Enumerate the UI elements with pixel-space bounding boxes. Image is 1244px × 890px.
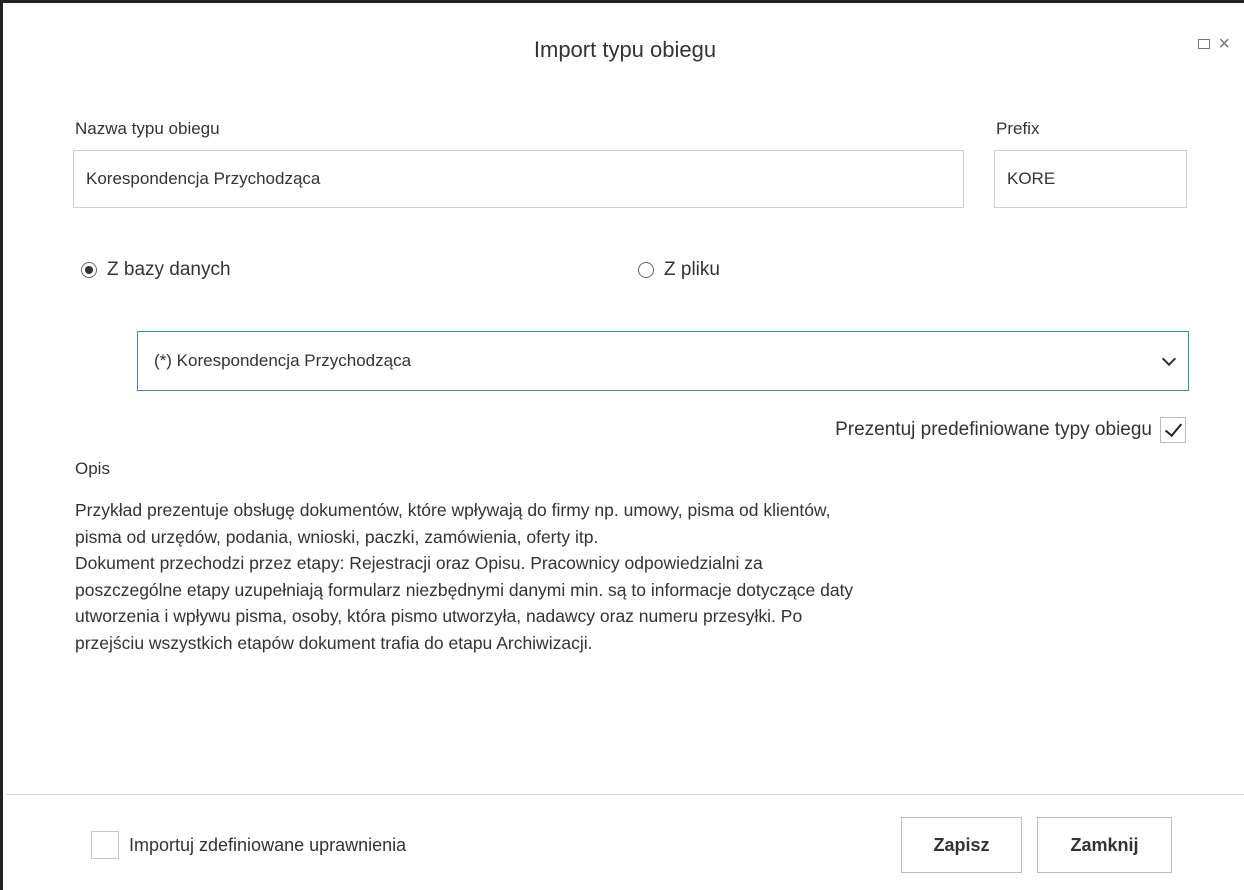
close-button[interactable]: Zamknij bbox=[1037, 817, 1172, 873]
prefix-label: Prefix bbox=[996, 119, 1040, 138]
import-permissions-checkbox[interactable] bbox=[91, 831, 119, 859]
predefined-types-option: Prezentuj predefiniowane typy obiegu bbox=[835, 417, 1186, 443]
maximize-icon[interactable] bbox=[1198, 39, 1211, 49]
close-icon[interactable]: × bbox=[1218, 34, 1230, 54]
description-label: Opis bbox=[75, 459, 110, 478]
template-select[interactable]: (*) Korespondencja Przychodząca bbox=[137, 331, 1189, 391]
import-permissions-option: Importuj zdefiniowane uprawnienia bbox=[91, 831, 406, 859]
dialog-title: Import typu obiegu bbox=[533, 37, 717, 62]
name-label: Nazwa typu obiegu bbox=[75, 119, 220, 138]
radio-icon[interactable] bbox=[81, 262, 97, 278]
import-dialog: Import typu obiegu × Nazwa typu obiegu K… bbox=[0, 0, 1244, 890]
description-text: Przykład prezentuje obsługę dokumentów, … bbox=[75, 500, 854, 653]
radio-from-file[interactable]: Z pliku bbox=[638, 259, 720, 281]
select-value: (*) Korespondencja Przychodząca bbox=[154, 351, 412, 370]
footer-divider bbox=[6, 794, 1244, 795]
radio-label: Z pliku bbox=[664, 259, 720, 280]
save-button[interactable]: Zapisz bbox=[901, 817, 1022, 873]
predefined-types-checkbox[interactable] bbox=[1160, 417, 1186, 443]
name-field[interactable]: Korespondencja Przychodząca bbox=[73, 150, 964, 208]
import-permissions-label: Importuj zdefiniowane uprawnienia bbox=[129, 834, 407, 855]
prefix-field[interactable]: KORE bbox=[994, 150, 1187, 208]
window-controls: × bbox=[1198, 34, 1230, 54]
radio-label: Z bazy danych bbox=[107, 259, 231, 280]
chevron-down-icon[interactable] bbox=[1161, 351, 1177, 367]
radio-icon[interactable] bbox=[638, 262, 654, 278]
radio-from-database[interactable]: Z bazy danych bbox=[81, 259, 231, 281]
predefined-types-label: Prezentuj predefiniowane typy obiegu bbox=[835, 419, 1152, 440]
